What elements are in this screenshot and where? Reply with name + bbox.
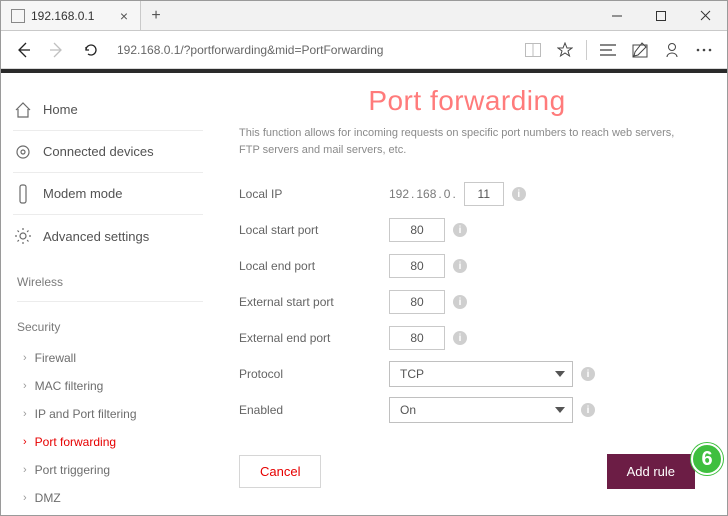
reading-view-icon[interactable] — [518, 36, 548, 64]
sidebar-item-home[interactable]: Home — [13, 89, 203, 131]
devices-icon — [13, 143, 33, 161]
sidebar-item-label: Connected devices — [43, 144, 154, 159]
home-icon — [13, 101, 33, 119]
local-start-port-label: Local start port — [239, 223, 389, 237]
chevron-right-icon: › — [23, 436, 27, 448]
protocol-select[interactable]: TCP — [389, 361, 573, 387]
sidebar-sub-port-triggering[interactable]: ›Port triggering — [13, 456, 203, 484]
browser-tab[interactable]: 192.168.0.1 × — [1, 1, 141, 30]
close-tab-icon[interactable]: × — [118, 8, 130, 24]
row-protocol: Protocol TCP i — [239, 356, 695, 392]
info-icon[interactable]: i — [453, 223, 467, 237]
chevron-right-icon: › — [23, 464, 27, 476]
external-end-port-label: External end port — [239, 331, 389, 345]
hub-icon[interactable] — [593, 36, 623, 64]
sidebar-section-wireless[interactable]: Wireless — [17, 275, 203, 302]
chevron-right-icon: › — [23, 408, 27, 420]
row-external-start-port: External start port i — [239, 284, 695, 320]
url-text: 192.168.0.1/?portforwarding&mid=PortForw… — [117, 43, 383, 57]
back-button[interactable] — [9, 36, 37, 64]
enabled-select[interactable]: On — [389, 397, 573, 423]
external-start-port-label: External start port — [239, 295, 389, 309]
info-icon[interactable]: i — [453, 259, 467, 273]
external-end-port-input[interactable] — [389, 326, 445, 350]
address-bar[interactable]: 192.168.0.1/?portforwarding&mid=PortForw… — [111, 37, 512, 63]
refresh-button[interactable] — [77, 36, 105, 64]
step-callout: 6 — [691, 443, 723, 475]
sidebar: Home Connected devices Modem mode — [1, 73, 211, 515]
title-bar: 192.168.0.1 × + — [1, 1, 727, 31]
local-start-port-input[interactable] — [389, 218, 445, 242]
external-start-port-input[interactable] — [389, 290, 445, 314]
sidebar-sub-dmz[interactable]: ›DMZ — [13, 484, 203, 512]
local-ip-label: Local IP — [239, 187, 389, 201]
local-end-port-label: Local end port — [239, 259, 389, 273]
minimize-button[interactable] — [595, 1, 639, 30]
sidebar-item-label: Home — [43, 102, 78, 117]
tab-title: 192.168.0.1 — [31, 9, 112, 23]
chevron-right-icon: › — [23, 380, 27, 392]
nav-bar: 192.168.0.1/?portforwarding&mid=PortForw… — [1, 31, 727, 69]
info-icon[interactable]: i — [453, 331, 467, 345]
forward-button[interactable] — [43, 36, 71, 64]
info-icon[interactable]: i — [512, 187, 526, 201]
info-icon[interactable]: i — [453, 295, 467, 309]
info-icon[interactable]: i — [581, 403, 595, 417]
chevron-right-icon: › — [23, 492, 27, 504]
page-description: This function allows for incoming reques… — [239, 125, 695, 158]
sidebar-item-connected-devices[interactable]: Connected devices — [13, 131, 203, 173]
sidebar-sub-mac-filtering[interactable]: ›MAC filtering — [13, 372, 203, 400]
page-title: Port forwarding — [239, 85, 695, 117]
sidebar-item-label: Advanced settings — [43, 229, 149, 244]
sidebar-sub-port-forwarding[interactable]: ›Port forwarding — [13, 428, 203, 456]
local-ip-host-input[interactable] — [464, 182, 504, 206]
window-controls — [595, 1, 727, 30]
close-window-button[interactable] — [683, 1, 727, 30]
gear-icon — [13, 227, 33, 245]
modem-icon — [13, 184, 33, 204]
more-icon[interactable] — [689, 36, 719, 64]
maximize-button[interactable] — [639, 1, 683, 30]
protocol-label: Protocol — [239, 367, 389, 381]
webnote-icon[interactable] — [625, 36, 655, 64]
main-panel: Port forwarding This function allows for… — [211, 73, 727, 515]
enabled-label: Enabled — [239, 403, 389, 417]
chevron-right-icon: › — [23, 352, 27, 364]
action-bar: Cancel Add rule — [239, 454, 695, 489]
favorite-icon[interactable] — [550, 36, 580, 64]
browser-window: 192.168.0.1 × + 192.168.0.1/? — [0, 0, 728, 516]
favicon-icon — [11, 9, 25, 23]
row-external-end-port: External end port i — [239, 320, 695, 356]
add-rule-button[interactable]: Add rule — [607, 454, 695, 489]
sidebar-sub-ip-port-filtering[interactable]: ›IP and Port filtering — [13, 400, 203, 428]
row-enabled: Enabled On i — [239, 392, 695, 428]
info-icon[interactable]: i — [581, 367, 595, 381]
local-end-port-input[interactable] — [389, 254, 445, 278]
ip-prefix: 192 . 168 . 0 . — [389, 187, 456, 201]
cancel-button[interactable]: Cancel — [239, 455, 321, 488]
page-viewport: Home Connected devices Modem mode — [1, 69, 727, 515]
row-local-start-port: Local start port i — [239, 212, 695, 248]
sidebar-section-security: Security — [17, 320, 203, 334]
sidebar-sub-firewall[interactable]: ›Firewall — [13, 344, 203, 372]
sidebar-item-modem-mode[interactable]: Modem mode — [13, 173, 203, 215]
row-local-ip: Local IP 192 . 168 . 0 . i — [239, 176, 695, 212]
share-icon[interactable] — [657, 36, 687, 64]
sidebar-item-label: Modem mode — [43, 186, 122, 201]
sidebar-item-advanced-settings[interactable]: Advanced settings — [13, 215, 203, 257]
row-local-end-port: Local end port i — [239, 248, 695, 284]
new-tab-button[interactable]: + — [141, 1, 171, 30]
